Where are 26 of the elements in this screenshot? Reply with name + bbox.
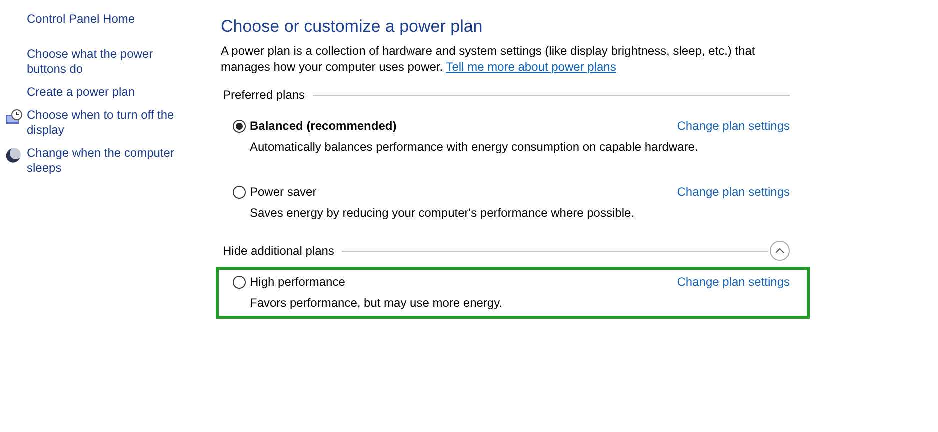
description-text: A power plan is a collection of hardware and system settings (like display brightness, sleep, etc.) that manages how your computer uses power. Tell me more about power plans xyxy=(221,43,756,76)
plan-settings-link[interactable]: Change plan settings xyxy=(677,117,790,136)
chevron-up-icon xyxy=(775,248,785,254)
plan-description: Automatically balances performance with energy consumption on capable hardware. xyxy=(250,139,700,156)
sidebar-link[interactable]: Change when the computer sleeps xyxy=(27,146,190,176)
plan-description: Favors performance, but may use more energy. xyxy=(250,295,504,312)
sidebar-link[interactable]: Choose when to turn off the display xyxy=(27,108,190,138)
group-heading: Preferred plans xyxy=(223,87,306,104)
plan-settings-link[interactable]: Change plan settings xyxy=(677,183,790,202)
radio-button[interactable] xyxy=(233,276,246,289)
plan-name: Balanced (recommended) xyxy=(250,118,398,136)
plan-description: Saves energy by reducing your computer's performance where possible. xyxy=(250,205,636,222)
moon-icon xyxy=(6,147,22,163)
page-title: Choose or customize a power plan xyxy=(221,17,484,38)
learn-more-link[interactable]: Tell me more about power plans xyxy=(446,60,616,74)
sidebar-link[interactable]: Create a power plan xyxy=(27,85,136,100)
group-heading[interactable]: Hide additional plans xyxy=(223,242,334,260)
plan-name: Power saver xyxy=(250,184,318,202)
radio-button[interactable] xyxy=(233,120,246,133)
collapse-button[interactable] xyxy=(770,241,790,262)
clock-monitor-icon xyxy=(4,109,22,125)
plan-settings-link[interactable]: Change plan settings xyxy=(677,273,790,292)
sidebar-link[interactable]: Control Panel Home xyxy=(27,12,136,27)
sidebar-link[interactable]: Choose what the power buttons do xyxy=(27,47,190,77)
radio-button[interactable] xyxy=(233,186,246,199)
plan-name: High performance xyxy=(250,274,346,292)
